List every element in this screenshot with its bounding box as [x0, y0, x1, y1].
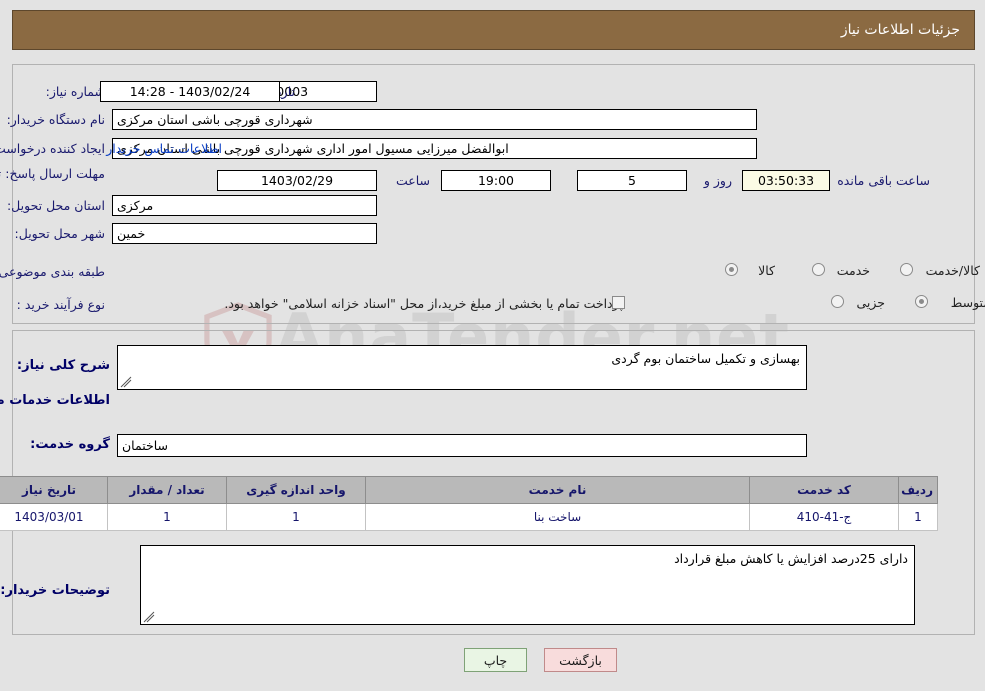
deadline-date-value: 1403/02/29 — [217, 170, 377, 191]
requester-label: ایجاد کننده درخواست: — [0, 141, 105, 156]
treasury-bonds-note: پرداخت تمام یا بخشی از مبلغ خرید،از محل … — [224, 296, 623, 311]
service-group-value: ساختمان — [117, 434, 807, 457]
province-value: مرکزی — [112, 195, 377, 216]
deadline-hour-value: 19:00 — [441, 170, 551, 191]
radio-category-kala-label: کالا — [758, 263, 775, 278]
need-summary-textarea[interactable]: بهسازی و تکمیل ساختمان بوم گردی — [117, 345, 807, 390]
th-service-code: کد خدمت — [749, 476, 899, 504]
radio-category-kala-khedmat[interactable] — [900, 263, 913, 276]
remaining-days-value: 5 — [577, 170, 687, 191]
buyer-notes-text: دارای 25درصد افزایش یا کاهش مبلغ قرارداد — [674, 551, 908, 566]
radio-purchase-motavaset-label: متوسط — [950, 295, 985, 310]
radio-purchase-motavaset[interactable] — [915, 295, 928, 308]
deadline-hour-label: ساعت — [395, 173, 430, 188]
need-summary-label: شرح کلی نیاز: — [16, 358, 110, 373]
table-row: 1 ج-41-410 ساخت بنا 1 1 1403/03/01 — [0, 503, 938, 531]
radio-purchase-jozii[interactable] — [831, 295, 844, 308]
remaining-time-value: 03:50:33 — [742, 170, 830, 191]
print-button[interactable]: چاپ — [464, 648, 527, 672]
radio-category-khedmat-label: خدمت — [836, 263, 870, 278]
back-button[interactable]: بازگشت — [544, 648, 617, 672]
announce-datetime-value: 1403/02/24 - 14:28 — [100, 81, 280, 102]
th-service-name: نام خدمت — [365, 476, 750, 504]
page-header: جزئیات اطلاعات نیاز — [12, 10, 975, 50]
deadline-label: مهلت ارسال پاسخ: تا تاریخ: — [0, 166, 105, 181]
page-root: AnaTender.net جزئیات اطلاعات نیاز شماره … — [0, 0, 985, 691]
cell-need-date: 1403/03/01 — [0, 503, 108, 531]
th-radif: ردیف — [898, 476, 938, 504]
purchase-type-label: نوع فرآیند خرید : — [16, 297, 105, 312]
treasury-bonds-checkbox[interactable] — [612, 296, 625, 309]
remaining-days-label: روز و — [703, 173, 732, 188]
resize-grip-icon[interactable] — [120, 376, 132, 388]
radio-category-kala[interactable] — [725, 263, 738, 276]
table-header-row: ردیف کد خدمت نام خدمت واحد اندازه گیری ت… — [0, 476, 938, 504]
buyer-org-value: شهرداری قورچی باشی استان مرکزی — [112, 109, 757, 130]
category-label: طبقه بندی موضوعی: — [0, 264, 105, 279]
items-table: ردیف کد خدمت نام خدمت واحد اندازه گیری ت… — [0, 476, 938, 531]
services-section-title: اطلاعات خدمات مورد نیاز — [0, 393, 110, 408]
need-number-label: شماره نیاز: — [45, 84, 105, 99]
cell-quantity: 1 — [107, 503, 227, 531]
city-value: خمین — [112, 223, 377, 244]
radio-purchase-jozii-label: جزیی — [856, 295, 885, 310]
radio-category-khedmat[interactable] — [812, 263, 825, 276]
radio-category-kala-khedmat-label: کالا/خدمت — [925, 263, 980, 278]
buyer-notes-textarea[interactable]: دارای 25درصد افزایش یا کاهش مبلغ قرارداد — [140, 545, 915, 625]
buyer-org-label: نام دستگاه خریدار: — [6, 112, 105, 127]
cell-service-code: ج-41-410 — [749, 503, 899, 531]
cell-service-name: ساخت بنا — [365, 503, 750, 531]
th-unit: واحد اندازه گیری — [226, 476, 366, 504]
need-summary-text: بهسازی و تکمیل ساختمان بوم گردی — [611, 351, 800, 366]
service-group-label: گروه خدمت: — [30, 437, 110, 452]
resize-grip-icon[interactable] — [143, 611, 155, 623]
buyer-notes-label: توضیحات خریدار: — [0, 583, 110, 598]
th-quantity: تعداد / مقدار — [107, 476, 227, 504]
top-info-panel — [12, 64, 975, 324]
province-label: استان محل تحویل: — [6, 198, 105, 213]
cell-radif: 1 — [898, 503, 938, 531]
cell-unit: 1 — [226, 503, 366, 531]
buyer-contact-link[interactable]: اطلاعات تماس خریدار — [106, 141, 222, 156]
city-label: شهر محل تحویل: — [14, 226, 105, 241]
remaining-time-label: ساعت باقی مانده — [837, 173, 930, 188]
th-need-date: تاریخ نیاز — [0, 476, 108, 504]
page-title: جزئیات اطلاعات نیاز — [840, 22, 960, 38]
